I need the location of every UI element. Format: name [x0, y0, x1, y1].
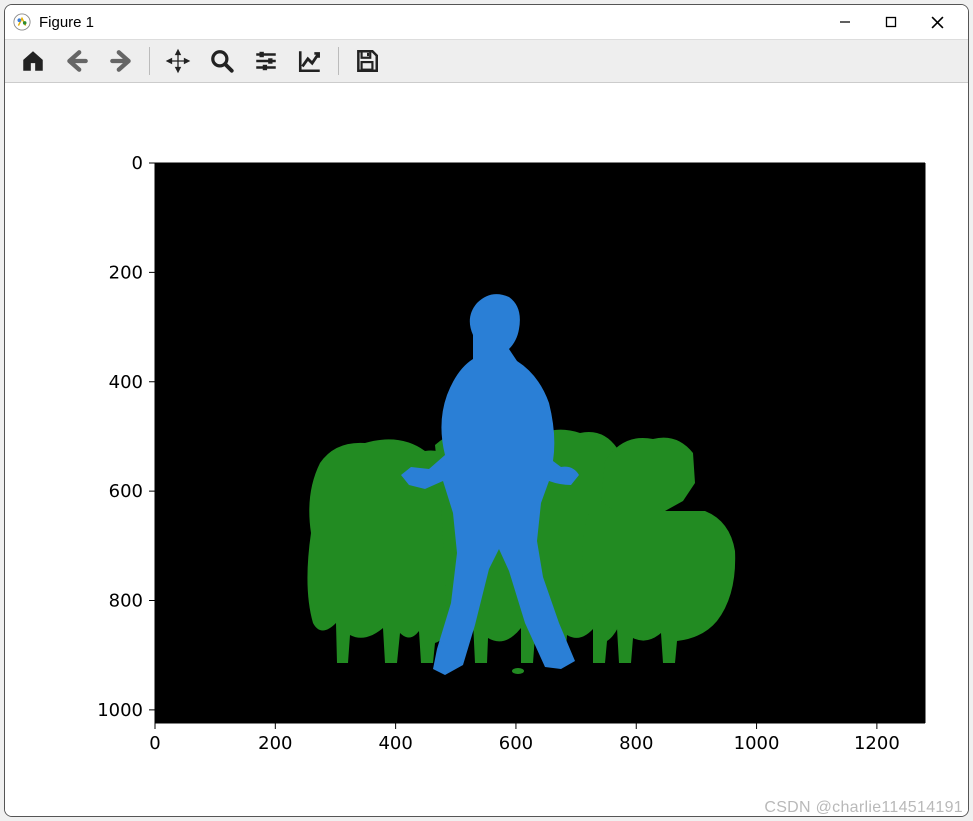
sliders-icon — [253, 48, 279, 74]
home-button[interactable] — [13, 43, 53, 79]
pan-icon — [165, 48, 191, 74]
plot-area[interactable]: 0 200 400 600 800 1000 1200 0 200 400 600 800 1000 — [5, 83, 968, 816]
edit-axis-button[interactable] — [290, 43, 330, 79]
maximize-icon — [885, 16, 897, 28]
svg-text:400: 400 — [378, 733, 412, 754]
pan-button[interactable] — [158, 43, 198, 79]
window: Figure 1 — [4, 4, 969, 817]
minimize-icon — [839, 16, 851, 28]
svg-text:1000: 1000 — [734, 733, 780, 754]
zoom-icon — [209, 48, 235, 74]
x-ticks: 0 200 400 600 800 1000 1200 — [149, 723, 900, 754]
chart-line-icon — [297, 48, 323, 74]
save-icon — [354, 48, 380, 74]
svg-text:1200: 1200 — [854, 733, 900, 754]
svg-text:200: 200 — [258, 733, 292, 754]
window-title: Figure 1 — [39, 14, 94, 31]
zoom-button[interactable] — [202, 43, 242, 79]
svg-text:800: 800 — [109, 591, 143, 612]
toolbar-separator — [338, 47, 339, 75]
y-ticks: 0 200 400 600 800 1000 — [97, 153, 155, 721]
minimize-button[interactable] — [822, 7, 868, 37]
back-button[interactable] — [57, 43, 97, 79]
close-button[interactable] — [914, 7, 960, 37]
forward-icon — [108, 48, 134, 74]
segmentation-plot: 0 200 400 600 800 1000 1200 0 200 400 600 800 1000 — [5, 83, 968, 816]
save-button[interactable] — [347, 43, 387, 79]
svg-text:200: 200 — [109, 262, 143, 283]
window-controls — [822, 7, 960, 37]
svg-text:800: 800 — [619, 733, 653, 754]
titlebar: Figure 1 — [5, 5, 968, 39]
svg-text:400: 400 — [109, 372, 143, 393]
svg-text:600: 600 — [499, 733, 533, 754]
svg-text:0: 0 — [132, 153, 143, 174]
back-icon — [64, 48, 90, 74]
home-icon — [20, 48, 46, 74]
watermark: CSDN @charlie114514191 — [764, 799, 963, 817]
toolbar-separator — [149, 47, 150, 75]
maximize-button[interactable] — [868, 7, 914, 37]
svg-text:1000: 1000 — [97, 700, 143, 721]
svg-text:0: 0 — [149, 733, 160, 754]
toolbar — [5, 39, 968, 83]
app-icon — [13, 13, 31, 31]
svg-text:600: 600 — [109, 481, 143, 502]
close-icon — [931, 16, 944, 29]
configure-button[interactable] — [246, 43, 286, 79]
forward-button[interactable] — [101, 43, 141, 79]
